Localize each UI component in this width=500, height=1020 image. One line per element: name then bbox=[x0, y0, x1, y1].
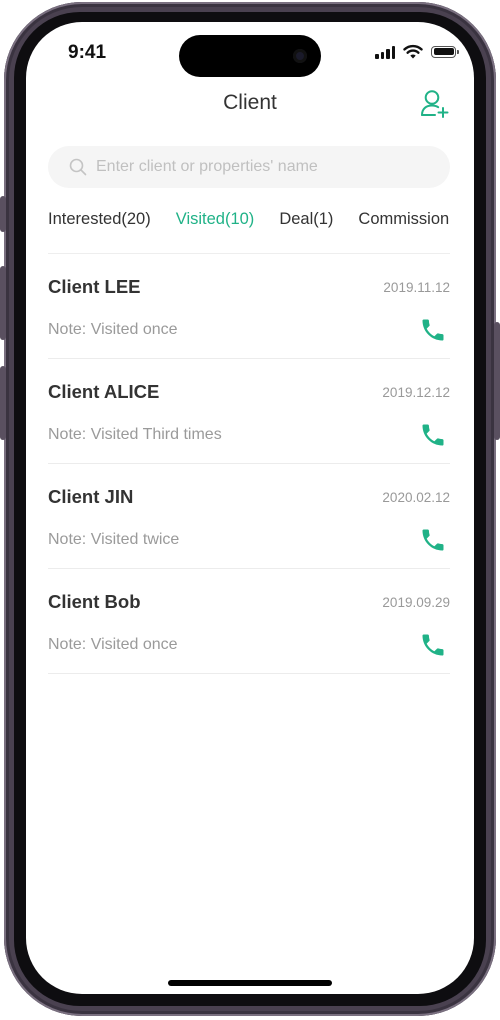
volume-up-button bbox=[0, 266, 6, 340]
page-title: Client bbox=[223, 91, 277, 114]
tab-interested[interactable]: Interested(20) bbox=[48, 210, 151, 229]
client-date: 2019.09.29 bbox=[382, 595, 450, 610]
phone-icon bbox=[422, 319, 444, 341]
call-button[interactable] bbox=[419, 421, 447, 449]
status-icons bbox=[375, 44, 459, 59]
phone-icon bbox=[422, 529, 444, 551]
call-button[interactable] bbox=[419, 526, 447, 554]
status-time: 9:41 bbox=[68, 42, 107, 63]
client-note: Note: Visited Third times bbox=[48, 426, 222, 443]
phone-icon bbox=[422, 424, 444, 446]
wifi-icon bbox=[403, 44, 423, 59]
cellular-signal-icon bbox=[375, 45, 395, 59]
client-date: 2019.11.12 bbox=[383, 280, 450, 295]
search-input[interactable] bbox=[94, 157, 398, 177]
search-bar[interactable] bbox=[48, 146, 450, 188]
call-button[interactable] bbox=[419, 631, 447, 659]
call-button[interactable] bbox=[419, 316, 447, 344]
home-indicator[interactable] bbox=[168, 980, 332, 986]
client-name: Client ALICE bbox=[48, 381, 160, 402]
client-note: Note: Visited once bbox=[48, 321, 178, 338]
camera-icon bbox=[293, 49, 307, 63]
client-name: Client LEE bbox=[48, 276, 141, 297]
battery-icon bbox=[431, 45, 459, 58]
client-row[interactable]: Client ALICE 2019.12.12 Note: Visited Th… bbox=[48, 359, 450, 464]
dynamic-island bbox=[179, 35, 321, 77]
client-row[interactable]: Client JIN 2020.02.12 Note: Visited twic… bbox=[48, 464, 450, 569]
phone-icon bbox=[422, 634, 444, 656]
client-name: Client JIN bbox=[48, 486, 134, 507]
app-screen: 9:41 Client Interested(20) Visited( bbox=[26, 22, 474, 994]
client-row[interactable]: Client Bob 2019.09.29 Note: Visited once bbox=[48, 569, 450, 674]
client-note: Note: Visited once bbox=[48, 636, 178, 653]
add-client-button[interactable] bbox=[420, 88, 450, 120]
action-button bbox=[0, 196, 6, 232]
client-date: 2019.12.12 bbox=[382, 385, 450, 400]
client-name: Client Bob bbox=[48, 591, 141, 612]
volume-down-button bbox=[0, 366, 6, 440]
search-icon bbox=[69, 158, 87, 176]
power-button bbox=[494, 322, 500, 440]
person-add-icon bbox=[421, 90, 449, 118]
tab-deal[interactable]: Deal(1) bbox=[279, 210, 333, 229]
tab-visited[interactable]: Visited(10) bbox=[176, 210, 255, 229]
client-note: Note: Visited twice bbox=[48, 531, 180, 548]
client-list: Client LEE 2019.11.12 Note: Visited once… bbox=[48, 254, 450, 674]
tab-bar: Interested(20) Visited(10) Deal(1) Commi… bbox=[48, 210, 474, 229]
tab-commission[interactable]: Commission bbox=[358, 210, 449, 229]
client-row[interactable]: Client LEE 2019.11.12 Note: Visited once bbox=[48, 254, 450, 359]
client-date: 2020.02.12 bbox=[382, 490, 450, 505]
